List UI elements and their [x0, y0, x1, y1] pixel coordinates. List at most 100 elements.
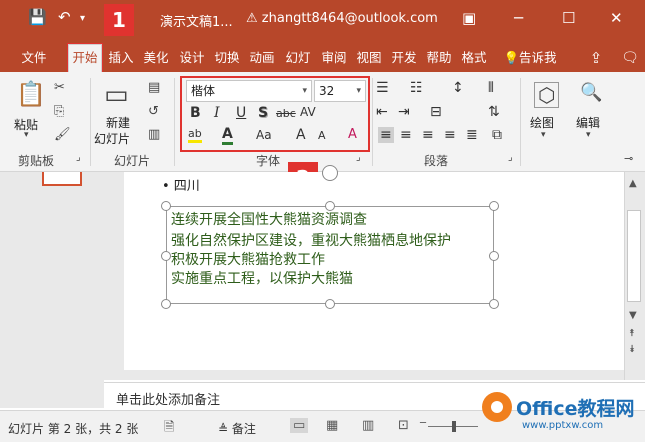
save-icon[interactable]: 💾: [28, 8, 47, 26]
font-size-combo[interactable]: 32 ▾: [314, 80, 366, 102]
slide-sorter-icon[interactable]: ▦: [326, 418, 338, 433]
font-name-combo[interactable]: 楷体 ▾: [186, 80, 312, 102]
tab-design[interactable]: 设计: [176, 46, 208, 70]
slide-text-line[interactable]: 连续开展全国性大熊猫资源调查: [171, 209, 367, 229]
line-spacing-button[interactable]: ↕: [452, 80, 464, 96]
chevron-down-icon[interactable]: ▾: [302, 81, 307, 101]
zoom-out-icon[interactable]: ─: [420, 418, 426, 429]
slide-thumbnail[interactable]: [42, 172, 82, 186]
tab-slideshow[interactable]: 幻灯: [282, 46, 314, 70]
italic-button[interactable]: I: [214, 105, 220, 121]
resize-handle[interactable]: [489, 201, 499, 211]
spelling-check-icon[interactable]: 🗎: [164, 418, 174, 440]
share-icon[interactable]: ⇪: [586, 46, 606, 70]
tab-file[interactable]: 文件: [14, 46, 54, 70]
center-button[interactable]: ≡: [400, 127, 412, 143]
tab-home[interactable]: 开始: [67, 43, 103, 73]
shadow-button[interactable]: S: [258, 105, 268, 121]
smartart-button[interactable]: ⧉: [492, 127, 502, 143]
paragraph-launcher-icon[interactable]: ⌟: [508, 152, 513, 163]
search-icon[interactable]: 🔍: [580, 82, 602, 103]
rotate-handle-icon[interactable]: [322, 165, 338, 181]
drawing-dropdown-icon[interactable]: ▾: [541, 130, 546, 140]
drawing-label[interactable]: 绘图: [530, 114, 554, 131]
tell-me-search[interactable]: 💡告诉我: [498, 46, 562, 70]
resize-handle[interactable]: [161, 299, 171, 309]
paste-dropdown-icon[interactable]: ▾: [24, 130, 29, 140]
ribbon-display-options-icon[interactable]: ▣: [462, 9, 476, 27]
resize-handle[interactable]: [489, 251, 499, 261]
restore-icon[interactable]: ☐: [562, 9, 575, 27]
paste-icon[interactable]: 📋: [16, 80, 46, 108]
tab-help[interactable]: 帮助: [423, 46, 455, 70]
resize-handle[interactable]: [161, 251, 171, 261]
resize-handle[interactable]: [489, 299, 499, 309]
underline-button[interactable]: U: [236, 105, 246, 121]
decrease-indent-button[interactable]: ⇤: [376, 104, 388, 120]
bold-button[interactable]: B: [190, 105, 201, 121]
minimize-icon[interactable]: ─: [514, 9, 523, 27]
normal-view-icon[interactable]: ▭: [290, 418, 309, 433]
layout-icon[interactable]: ▤: [148, 80, 160, 95]
tab-format[interactable]: 格式: [458, 46, 490, 70]
align-text-button[interactable]: ⊟: [430, 104, 442, 120]
font-launcher-icon[interactable]: ⌟: [356, 152, 361, 163]
drawing-icon[interactable]: ⬡: [534, 82, 560, 108]
columns-button[interactable]: ⫴: [488, 80, 494, 96]
tab-animations[interactable]: 动画: [246, 46, 278, 70]
justify-button[interactable]: ≡: [444, 127, 456, 143]
undo-icon[interactable]: ↶: [58, 8, 71, 26]
new-slide-label-2[interactable]: 幻灯片: [94, 130, 130, 147]
strikethrough-button[interactable]: abc: [276, 107, 296, 120]
align-right-button[interactable]: ≡: [422, 127, 434, 143]
editing-dropdown-icon[interactable]: ▾: [586, 130, 591, 140]
tab-review[interactable]: 审阅: [318, 46, 350, 70]
shrink-font-button[interactable]: A: [318, 129, 326, 142]
tab-insert[interactable]: 插入: [105, 46, 137, 70]
chevron-down-icon[interactable]: ▾: [356, 81, 361, 101]
highlight-color-button[interactable]: ab: [188, 127, 202, 143]
resize-handle[interactable]: [161, 201, 171, 211]
reading-view-icon[interactable]: ▥: [362, 418, 374, 433]
next-slide-icon[interactable]: ⯯: [629, 344, 635, 355]
undo-dropdown-icon[interactable]: ▾: [80, 13, 85, 24]
tab-view[interactable]: 视图: [353, 46, 385, 70]
account-label[interactable]: ⚠ zhangtt8464@outlook.com: [246, 11, 438, 26]
numbering-button[interactable]: ☷: [410, 80, 423, 96]
copy-icon[interactable]: ⎘: [54, 104, 64, 119]
zoom-slider-knob[interactable]: [452, 421, 456, 432]
tab-developer[interactable]: 开发: [388, 46, 420, 70]
tab-beautify[interactable]: 美化: [140, 46, 172, 70]
change-case-button[interactable]: Aa: [256, 128, 272, 142]
scroll-up-icon[interactable]: ▲: [629, 178, 637, 189]
close-icon[interactable]: ✕: [610, 9, 623, 27]
character-spacing-button[interactable]: AV: [300, 105, 316, 119]
increase-indent-button[interactable]: ⇥: [398, 104, 410, 120]
resize-handle[interactable]: [325, 299, 335, 309]
comment-icon[interactable]: 🗨: [620, 46, 640, 70]
clear-formatting-button[interactable]: A: [348, 127, 357, 142]
notes-toggle-button[interactable]: ≜ 备注: [218, 420, 256, 437]
slide-bullet-text[interactable]: • 四川: [162, 175, 200, 194]
grow-font-button[interactable]: A: [296, 127, 306, 143]
slide-text-line[interactable]: 实施重点工程，以保护大熊猫: [171, 268, 353, 288]
collapse-ribbon-icon[interactable]: ⊸: [624, 152, 633, 165]
slideshow-icon[interactable]: ⊡: [398, 418, 409, 433]
editing-label[interactable]: 编辑: [576, 114, 600, 131]
font-color-button[interactable]: A: [222, 126, 233, 145]
new-slide-label-1[interactable]: 新建: [106, 114, 130, 131]
cut-icon[interactable]: ✂: [54, 80, 65, 95]
clipboard-launcher-icon[interactable]: ⌟: [76, 152, 81, 163]
previous-slide-icon[interactable]: ⯭: [629, 328, 635, 339]
scroll-down-icon[interactable]: ▼: [629, 310, 637, 321]
align-left-button[interactable]: ≡: [378, 127, 394, 143]
reset-icon[interactable]: ↺: [148, 104, 159, 119]
new-slide-icon[interactable]: ▭: [104, 80, 129, 110]
text-direction-button[interactable]: ⇅: [488, 104, 500, 120]
slide-text-line[interactable]: 强化自然保护区建设，重视大熊猫栖息地保护: [171, 230, 451, 250]
slide-thumbnail-pane[interactable]: [0, 172, 104, 408]
format-painter-icon[interactable]: 🖌: [54, 127, 71, 142]
notes-placeholder[interactable]: 单击此处添加备注: [116, 389, 220, 408]
slide-text-line[interactable]: 积极开展大熊猫抢救工作: [171, 249, 325, 269]
bullets-button[interactable]: ☰: [376, 80, 389, 96]
